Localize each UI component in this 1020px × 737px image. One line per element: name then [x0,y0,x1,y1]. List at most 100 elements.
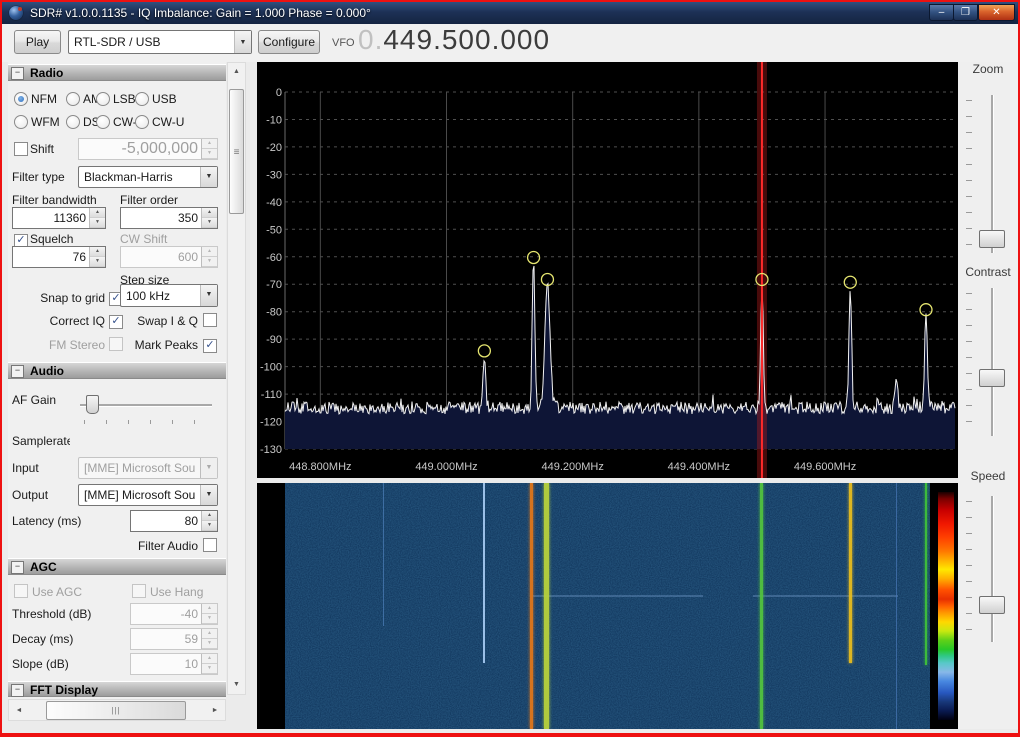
collapse-icon[interactable]: − [11,561,24,574]
frequency-prefix: 0. [358,24,384,55]
mode-radio-usb[interactable]: USB [135,92,177,106]
swap-iq-checkbox[interactable] [203,313,217,330]
filter-type-select[interactable]: Blackman-Harris ▼ [78,166,218,188]
chevron-down-icon: ▼ [200,458,217,478]
radio-button-icon[interactable] [14,115,28,129]
scroll-up-icon[interactable]: ▲ [229,65,244,79]
cw-shift-value: 600 [177,250,198,264]
mode-radio-label: USB [152,92,177,106]
chevron-down-icon: ▼ [200,485,217,505]
radio-button-icon[interactable] [135,115,149,129]
play-button[interactable]: Play [14,30,61,54]
filter-order-spinner[interactable]: ▲ ▼ [201,208,217,228]
use-agc-checkbox [14,584,28,601]
collapse-icon[interactable]: − [11,67,24,80]
use-hang-checkbox-box [132,584,146,598]
mark-peaks-checkbox[interactable]: ✓ [203,337,217,353]
shift-value: -5,000,000 [121,140,198,157]
vertical-scrollbar-thumb[interactable]: ≡ [229,89,244,214]
db-axis-tick-label: -30 [266,169,282,181]
latency-spinner[interactable]: ▲ ▼ [201,511,217,531]
sidebar-horizontal-scrollbar[interactable]: ◄ ||| ► [8,699,226,721]
waterfall-plot[interactable] [285,483,930,729]
device-select[interactable]: RTL-SDR / USB ▼ [68,30,252,54]
spectrum-plot[interactable]: 0 -10 -20 -30 -40 -50 -60 -70 -80 -90 -100 -110 -120… [257,62,958,478]
waterfall-display[interactable] [257,483,958,729]
filter-order-input[interactable]: 350 ▲ ▼ [120,207,218,229]
db-axis-tick-label: -50 [266,224,282,236]
output-label: Output [12,488,49,502]
filter-type-value: Blackman-Harris [84,170,173,184]
swap-iq-checkbox-box[interactable] [203,313,217,327]
shift-input: -5,000,000 ▲ ▼ [78,138,218,160]
radio-button-icon[interactable] [96,115,110,129]
radio-button-icon[interactable] [14,92,28,106]
waterfall-signal-line [382,483,384,626]
input-label: Input [12,461,39,475]
radio-button-icon[interactable] [66,92,80,106]
horizontal-scrollbar-thumb[interactable]: ||| [46,701,186,720]
latency-input[interactable]: 80 ▲ ▼ [130,510,218,532]
chevron-down-icon: ▼ [234,31,251,53]
decay-value: 59 [184,632,198,646]
zoom-slider-thumb[interactable] [979,230,1005,248]
mark-peaks-checkbox-box[interactable]: ✓ [203,339,217,353]
minimize-button[interactable]: – [929,4,954,21]
filter-audio-checkbox-box[interactable] [203,538,217,552]
scroll-down-icon[interactable]: ▼ [229,678,244,692]
mode-radio-nfm[interactable]: NFM [14,92,57,106]
mode-radio-label: WFM [31,115,60,129]
filter-bandwidth-input[interactable]: 11360 ▲ ▼ [12,207,106,229]
radio-button-icon[interactable] [96,92,110,106]
squelch-label: Squelch [30,232,74,246]
agc-section-header[interactable]: − AGC [8,558,226,575]
frequency-value: 449.500.000 [383,24,551,55]
input-select: [MME] Microsoft Sou ▼ [78,457,218,479]
configure-button[interactable]: Configure [258,30,320,54]
radio-button-icon[interactable] [135,92,149,106]
sidebar-vertical-scrollbar[interactable]: ▲ ≡ ▼ [227,62,246,695]
fft-display-section-header[interactable]: − FFT Display [8,681,226,697]
db-axis-tick-label: -100 [260,362,282,374]
close-button[interactable]: ✕ [978,4,1015,21]
radio-section-header[interactable]: − Radio [8,64,226,81]
scroll-left-icon[interactable]: ◄ [11,703,27,719]
freq-axis-tick-label: 449.200MHz [541,461,603,473]
speed-slider-thumb[interactable] [979,596,1005,614]
cw-shift-spinner: ▲ ▼ [201,247,217,267]
use-agc-label: Use AGC [32,585,83,599]
freq-axis-tick-label: 449.600MHz [794,461,856,473]
shift-checkbox[interactable] [14,142,28,159]
db-axis-tick-label: -80 [266,307,282,319]
frequency-display[interactable]: 0.449.500.000 [358,24,550,56]
contrast-slider-thumb[interactable] [979,369,1005,387]
spectrum-display[interactable]: 0 -10 -20 -30 -40 -50 -60 -70 -80 -90 -100 -110 -120… [257,62,958,478]
radio-button-icon[interactable] [66,115,80,129]
cw-shift-input: 600 ▲ ▼ [120,246,218,268]
filter-audio-checkbox[interactable] [203,538,217,555]
mode-radio-cw-u[interactable]: CW-U [135,115,184,129]
collapse-icon[interactable]: − [11,365,24,378]
mode-radio-wfm[interactable]: WFM [14,115,60,129]
waterfall-signal-line [848,483,852,663]
scroll-right-icon[interactable]: ► [207,703,223,719]
filter-bandwidth-spinner[interactable]: ▲ ▼ [89,208,105,228]
squelch-spinner[interactable]: ▲ ▼ [89,247,105,267]
waterfall-signal-line [483,483,486,663]
squelch-input[interactable]: 76 ▲ ▼ [12,246,106,268]
restore-button[interactable]: ❐ [953,4,978,21]
step-size-select[interactable]: 100 kHz ▼ [120,284,218,307]
correct-iq-checkbox-box[interactable]: ✓ [109,315,123,329]
chevron-down-icon: ▼ [200,167,217,187]
db-axis-tick-label: -40 [266,197,282,209]
decay-label: Decay (ms) [12,632,74,646]
fm-stereo-checkbox [109,337,123,354]
filter-type-label: Filter type [12,170,65,184]
mode-radio-lsb[interactable]: LSB [96,92,136,106]
output-select[interactable]: [MME] Microsoft Sou ▼ [78,484,218,506]
collapse-icon[interactable]: − [11,684,24,697]
correct-iq-checkbox[interactable]: ✓ [109,313,123,329]
audio-section-header[interactable]: − Audio [8,362,226,379]
shift-checkbox-box[interactable] [14,142,28,156]
af-gain-slider-thumb[interactable] [86,395,99,414]
